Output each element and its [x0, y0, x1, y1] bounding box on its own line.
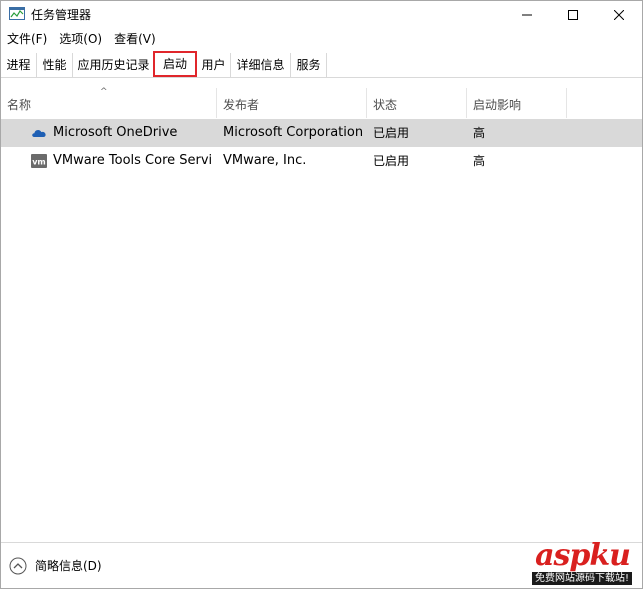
row-name: VMware Tools Core Servi... — [53, 153, 213, 168]
column-publisher[interactable]: 发布者 — [217, 88, 367, 118]
menu-file[interactable]: 文件(F) — [1, 29, 53, 49]
menu-view[interactable]: 查看(V) — [108, 29, 162, 49]
table-row[interactable]: Microsoft OneDrive Microsoft Corporation… — [1, 119, 642, 147]
row-impact: 高 — [473, 154, 486, 168]
watermark-brand: aspku — [535, 538, 631, 573]
row-name: Microsoft OneDrive — [53, 125, 178, 140]
row-status: 已启用 — [373, 126, 410, 140]
tab-app-history[interactable]: 应用历史记录 — [73, 53, 155, 77]
column-name[interactable]: 名称 — [1, 88, 217, 118]
close-button[interactable] — [596, 1, 642, 29]
tab-services[interactable]: 服务 — [291, 53, 327, 77]
tab-users[interactable]: 用户 — [197, 53, 231, 77]
close-icon — [614, 10, 624, 20]
row-publisher: VMware, Inc. — [223, 153, 307, 168]
row-publisher: Microsoft Corporation — [223, 125, 364, 140]
tab-startup[interactable]: 启动 — [153, 51, 197, 77]
menu-bar: 文件(F) 选项(O) 查看(V) — [1, 29, 642, 49]
vmware-icon: vm — [31, 154, 47, 168]
menu-options[interactable]: 选项(O) — [53, 29, 108, 49]
svg-text:vm: vm — [32, 158, 46, 167]
task-manager-icon — [9, 7, 25, 20]
row-impact: 高 — [473, 126, 486, 140]
row-status: 已启用 — [373, 154, 410, 168]
watermark-tagline: 免费网站源码下载站! — [531, 572, 632, 585]
window-title: 任务管理器 — [31, 8, 92, 22]
column-header-row: 名称 发布者 状态 启动影响 — [1, 88, 642, 118]
table-row[interactable]: vm VMware Tools Core Servi... VMware, In… — [1, 147, 642, 175]
footer-bar: 简略信息(D) aspku 免费网站源码下载站! — [1, 539, 642, 588]
tab-processes[interactable]: 进程 — [1, 53, 37, 77]
minimize-icon — [522, 14, 532, 16]
chevron-up-circle-icon[interactable] — [9, 557, 27, 575]
watermark: aspku 免费网站源码下载站! — [468, 539, 638, 585]
task-manager-window: 任务管理器 文件(F) 选项(O) 查看(V) 进程 性能 应用历史记录 启动 — [0, 0, 643, 589]
title-bar: 任务管理器 — [1, 1, 642, 29]
column-status[interactable]: 状态 — [367, 88, 467, 118]
tab-performance[interactable]: 性能 — [37, 53, 73, 77]
onedrive-cloud-icon — [32, 130, 46, 137]
tab-bar: 进程 性能 应用历史记录 启动 用户 详细信息 服务 — [1, 51, 642, 78]
column-startup-impact[interactable]: 启动影响 — [467, 88, 567, 118]
maximize-icon — [568, 10, 578, 20]
fewer-details-toggle[interactable]: 简略信息(D) — [35, 557, 102, 575]
tab-details[interactable]: 详细信息 — [231, 53, 291, 77]
minimize-button[interactable] — [504, 1, 550, 29]
maximize-button[interactable] — [550, 1, 596, 29]
